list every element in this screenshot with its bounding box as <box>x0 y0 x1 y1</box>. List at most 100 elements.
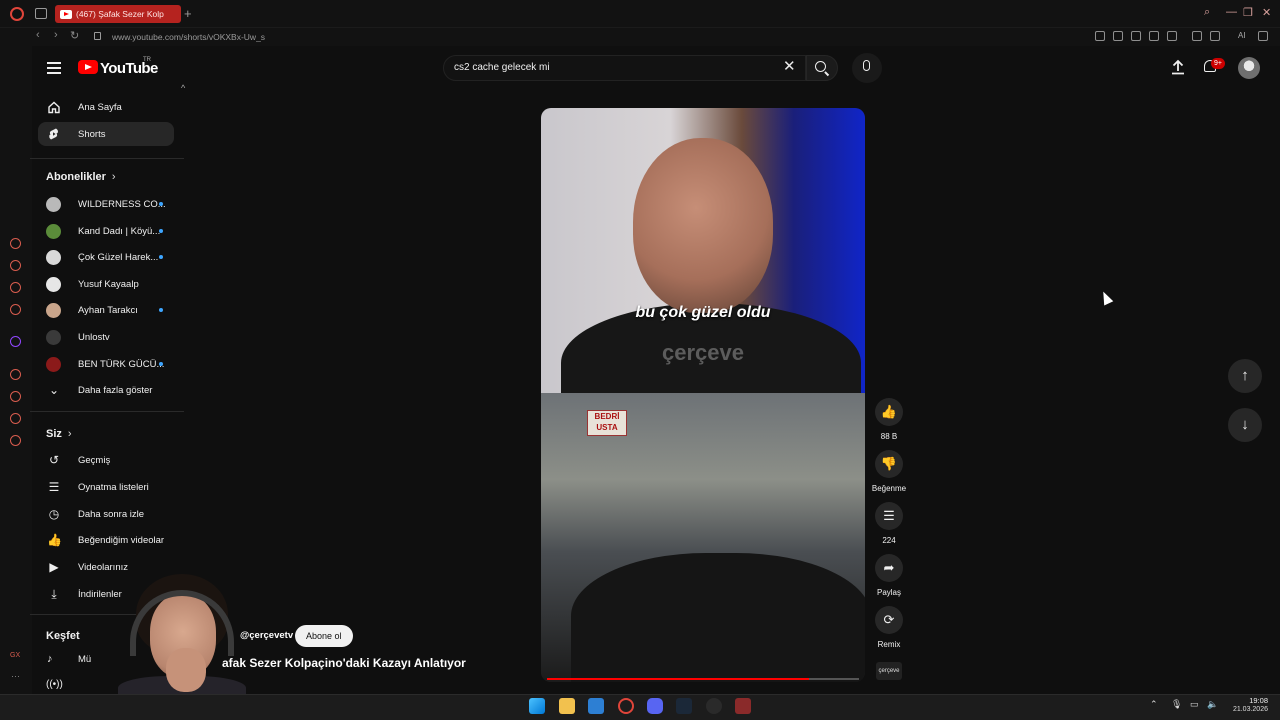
search-tabs-icon[interactable]: ⌕ <box>1204 6 1210 19</box>
search-icon[interactable] <box>815 61 826 72</box>
steam-icon[interactable] <box>676 698 692 714</box>
subscription-item[interactable]: BEN TÜRK GÜCÜ... <box>38 352 174 376</box>
tray-mic-icon[interactable]: 🎙 <box>1171 699 1182 710</box>
new-tab-button[interactable]: + <box>184 6 192 21</box>
sidebar-history-icon[interactable] <box>10 391 21 402</box>
aria-ai-button[interactable]: AI <box>1238 31 1246 40</box>
sidebar-item-shorts[interactable]: Shorts <box>38 122 174 146</box>
chevron-up-icon[interactable]: ^ <box>181 83 185 93</box>
forward-button[interactable]: › <box>54 29 58 41</box>
lock-icon[interactable] <box>94 32 101 40</box>
chevron-down-icon: ⌄ <box>48 383 60 397</box>
sidebar-player-icon[interactable] <box>10 369 21 380</box>
minimize-button[interactable]: — <box>1226 6 1237 18</box>
clock-time[interactable]: 19:08 <box>1232 696 1268 705</box>
mouse-cursor-icon <box>1098 289 1114 306</box>
you-header[interactable]: Siz › <box>46 428 72 440</box>
gx-corner-icon[interactable]: GX <box>10 652 20 659</box>
sidebar-item-home[interactable]: Ana Sayfa <box>38 95 174 119</box>
profile-icon[interactable] <box>1192 31 1202 41</box>
sidebar-messenger-icon[interactable] <box>10 304 21 315</box>
subscriptions-title: Abonelikler <box>46 171 106 183</box>
music-note-icon: ♪ <box>47 653 53 665</box>
opera-logo-icon[interactable] <box>10 7 24 21</box>
shorts-video-player[interactable]: bu çok güzel oldu çerçeve BEDRİ USTA <box>541 108 865 682</box>
close-window-button[interactable]: ✕ <box>1262 6 1271 19</box>
tab-islands-icon[interactable] <box>35 8 47 19</box>
channel-name: Ayhan Tarakcı <box>78 304 138 316</box>
download-icon[interactable] <box>1210 31 1220 41</box>
sidebar-extensions-icon[interactable] <box>10 413 21 424</box>
bookmark-icon[interactable] <box>1095 31 1105 41</box>
subscription-item[interactable]: Çok Güzel Harek... <box>38 245 174 269</box>
explore-music-label[interactable]: Mü <box>78 654 91 665</box>
youtube-logo-icon[interactable] <box>78 60 98 74</box>
channel-handle[interactable]: @çerçevetv <box>240 630 293 641</box>
sound-channel-thumbnail[interactable]: çerçeve <box>876 662 902 680</box>
video-progress-bar[interactable] <box>547 678 859 680</box>
tray-volume-icon[interactable]: 🔈 <box>1207 699 1218 710</box>
back-button[interactable]: ‹ <box>36 29 40 41</box>
video-popout-icon[interactable] <box>1149 31 1159 41</box>
reload-button[interactable]: ↻ <box>70 29 79 42</box>
video-progress-fill <box>547 678 810 680</box>
menu-icon[interactable] <box>47 62 61 74</box>
heart-icon[interactable] <box>1167 31 1177 41</box>
opera-gx-taskbar-icon[interactable] <box>618 698 634 714</box>
subscription-item[interactable]: WILDERNESS CO... <box>38 192 174 216</box>
like-button[interactable]: 👍 <box>875 398 903 426</box>
chevron-right-icon: › <box>67 428 72 440</box>
account-avatar[interactable] <box>1238 57 1260 79</box>
show-more-button[interactable]: ⌄ Daha fazla göster <box>38 378 174 402</box>
sidebar-item-playlists[interactable]: ☰ Oynatma listeleri <box>38 475 174 499</box>
channel-avatar <box>46 329 61 345</box>
sidebar-settings-icon[interactable] <box>10 435 21 446</box>
clear-search-icon[interactable]: ✕ <box>783 59 796 74</box>
car-shape <box>571 553 865 682</box>
clock-date[interactable]: 21.03.2026 <box>1222 706 1268 713</box>
snapshot-icon[interactable] <box>1113 31 1123 41</box>
subscription-item[interactable]: Ayhan Tarakcı <box>38 298 174 322</box>
url-field[interactable]: www.youtube.com/shorts/vOKXBx-Uw_s <box>112 32 265 42</box>
comments-button[interactable]: ☰ <box>875 502 903 530</box>
sidebar-workspace-icon[interactable] <box>10 260 21 271</box>
sidebar-item-watch-later[interactable]: ◷ Daha sonra izle <box>38 502 174 526</box>
sidebar-pin-icon[interactable] <box>10 282 21 293</box>
sidebar-item-history[interactable]: ↺ Geçmiş <box>38 448 174 472</box>
channel-name: Çok Güzel Harek... <box>78 251 159 263</box>
photos-app-icon[interactable] <box>588 698 604 714</box>
new-content-dot <box>159 202 163 206</box>
tray-chevron-icon[interactable]: ⌃ <box>1150 699 1158 710</box>
subscription-item[interactable]: Kand Dadı | Köyü... <box>38 219 174 243</box>
short-title[interactable]: afak Sezer Kolpaçino'daki Kazayı Anlatıy… <box>222 656 466 670</box>
sidebar-aria-icon[interactable] <box>10 238 21 249</box>
shield-icon[interactable] <box>1131 31 1141 41</box>
your-videos-icon: ▶ <box>49 560 59 574</box>
shorts-icon <box>49 128 58 140</box>
remix-button[interactable]: ⟳ <box>875 606 903 634</box>
game-app-icon[interactable] <box>735 698 751 714</box>
windows-start-icon[interactable] <box>529 698 545 714</box>
subscribe-button[interactable]: Abone ol <box>295 625 353 647</box>
obs-icon[interactable] <box>706 698 722 714</box>
next-short-button[interactable]: ↓ <box>1228 408 1262 442</box>
previous-short-button[interactable]: ↑ <box>1228 359 1262 393</box>
share-button[interactable]: ➦ <box>875 554 903 582</box>
microphone-icon[interactable] <box>863 60 870 71</box>
maximize-button[interactable]: ❐ <box>1243 6 1253 19</box>
browser-tab-youtube[interactable]: (467) Şafak Sezer Kolp <box>55 5 181 23</box>
discord-icon[interactable] <box>647 698 663 714</box>
sidebar-twitch-icon[interactable] <box>10 336 21 347</box>
playlists-icon: ☰ <box>48 480 60 494</box>
file-explorer-icon[interactable] <box>559 698 575 714</box>
upload-icon[interactable] <box>1171 59 1185 75</box>
subscription-item[interactable]: Yusuf Kayaalp <box>38 272 174 296</box>
dislike-button[interactable]: 👎 <box>875 450 903 478</box>
tray-display-icon[interactable]: ▭ <box>1190 699 1199 710</box>
sidebar-more-icon[interactable]: ··· <box>11 671 20 681</box>
subscription-item[interactable]: Unlostv <box>38 325 174 349</box>
easy-setup-icon[interactable] <box>1258 31 1268 41</box>
search-query-text[interactable]: cs2 cache gelecek mi <box>454 62 550 73</box>
subscriptions-header[interactable]: Abonelikler › <box>46 171 116 183</box>
sidebar-item-liked-videos[interactable]: 👍 Beğendiğim videolar <box>38 528 174 552</box>
